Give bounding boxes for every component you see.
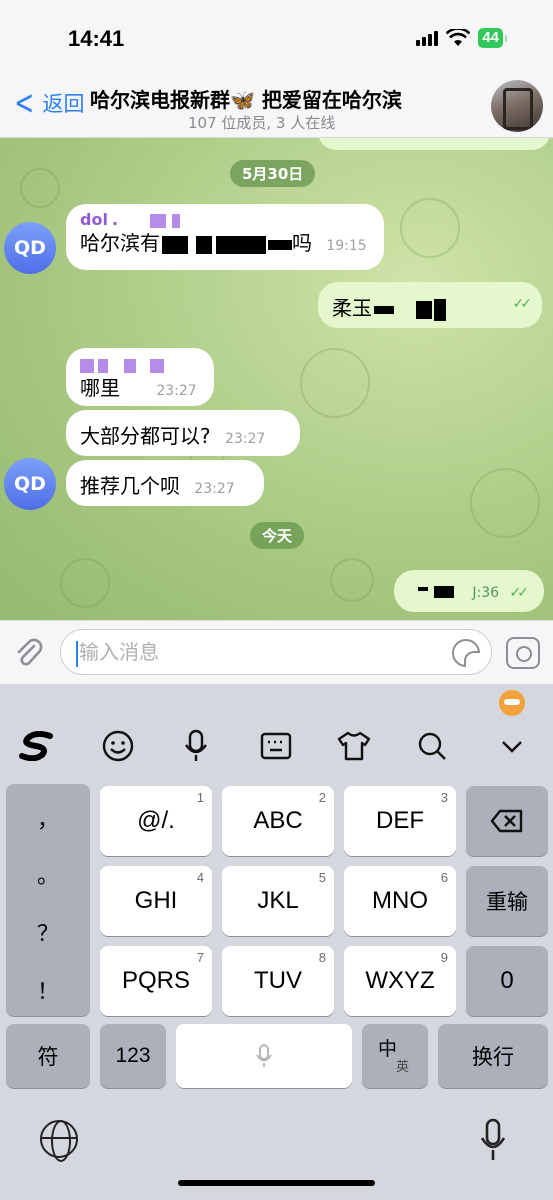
message-text: 柔玉 [332, 296, 372, 320]
read-checks-icon: ✓✓ [509, 585, 529, 601]
message-bubble-incoming[interactable]: 推荐几个呗 23:27 [66, 460, 264, 506]
group-avatar[interactable] [491, 80, 543, 132]
user-avatar[interactable]: QD [4, 222, 56, 274]
message-bubble-outgoing[interactable]: J:36 ✓✓ [394, 570, 544, 612]
message-text: 哈尔滨有 [80, 231, 160, 255]
return-button[interactable]: 换行 [438, 1024, 548, 1088]
back-label: 返回 [42, 92, 85, 116]
keyboard-toolbar [0, 720, 553, 774]
date-separator: 5月30日 [230, 160, 316, 187]
backspace-icon [490, 809, 523, 833]
key-7[interactable]: PQRS 7 [100, 946, 212, 1016]
keyboard-layout-icon[interactable] [256, 726, 296, 766]
punct-key[interactable]: ！ [6, 974, 90, 1006]
reenter-button[interactable]: 重输 [466, 866, 548, 936]
message-bubble-incoming[interactable]: 哪里 23:27 [66, 348, 214, 406]
sender-name[interactable] [80, 352, 200, 373]
message-text: 大部分都可以? [80, 424, 211, 448]
home-indicator [178, 1180, 375, 1186]
punct-key[interactable]: ， [6, 802, 90, 834]
punct-key[interactable]: ？ [6, 916, 90, 948]
message-time: J:36 [472, 585, 500, 601]
key-8[interactable]: TUV 8 [222, 946, 334, 1016]
voice-input-icon[interactable] [176, 726, 216, 766]
top-bar: 14:41 44 < 返回 哈尔滨电报新群🦋 把爱留在哈尔滨 107 位成员, … [0, 0, 553, 138]
symbols-button[interactable]: 符 [6, 1024, 90, 1088]
key-2[interactable]: ABC 2 [222, 786, 334, 856]
space-button[interactable] [176, 1024, 352, 1088]
status-time: 14:41 [68, 26, 125, 51]
message-bubble-outgoing[interactable] [318, 138, 550, 150]
text-caret [76, 641, 78, 667]
key-9[interactable]: WXYZ 9 [344, 946, 456, 1016]
microphone-icon [256, 1044, 272, 1067]
sogou-logo-icon[interactable] [18, 726, 58, 766]
message-input[interactable] [60, 629, 492, 675]
message-time: 23:27 [194, 481, 235, 497]
numbers-button[interactable]: 123 [100, 1024, 166, 1088]
punctuation-column[interactable]: ， 。 ？ ！ [6, 784, 90, 1016]
key-4[interactable]: GHI 4 [100, 866, 212, 936]
date-separator: 今天 [250, 522, 305, 549]
dictation-microphone-icon[interactable] [480, 1118, 506, 1162]
emoji-icon[interactable] [98, 726, 138, 766]
chevron-down-icon[interactable] [492, 726, 532, 766]
punct-key[interactable]: 。 [6, 858, 90, 890]
search-icon[interactable] [412, 726, 452, 766]
battery-icon: 44 [478, 28, 503, 48]
message-bubble-outgoing[interactable]: 柔玉 ✓✓ [318, 282, 542, 328]
message-composer [0, 620, 553, 684]
chat-subtitle: 107 位成员, 3 人在线 [188, 114, 336, 132]
paperclip-icon[interactable] [12, 637, 46, 671]
chevron-left-icon: < [14, 83, 35, 123]
message-time: 23:27 [156, 383, 197, 399]
key-0[interactable]: 0 [466, 946, 548, 1016]
user-avatar[interactable]: QD [4, 458, 56, 510]
language-toggle-button[interactable]: 中 英 [362, 1024, 428, 1088]
message-text: 推荐几个呗 [80, 474, 180, 498]
backspace-button[interactable] [466, 786, 548, 856]
message-time: 19:15 [326, 238, 367, 254]
message-bubble-incoming[interactable]: 大部分都可以? 23:27 [66, 410, 300, 456]
status-icons: 44 [416, 28, 507, 48]
message-bubble-incoming[interactable]: dol. 哈尔滨有吗 19:15 [66, 204, 384, 270]
wifi-icon [446, 29, 471, 46]
skin-shirt-icon[interactable] [334, 726, 374, 766]
key-1[interactable]: @/. 1 [100, 786, 212, 856]
read-checks-icon: ✓✓ [512, 296, 533, 312]
camera-icon[interactable] [506, 637, 540, 669]
cellular-signal-icon [416, 30, 439, 46]
key-3[interactable]: DEF 3 [344, 786, 456, 856]
keyboard: ， 。 ？ ！ @/. 1 ABC 2 DEF 3 GHI 4 JKL 5 MNO 6 重输… [0, 684, 553, 1200]
back-button[interactable]: < 返回 [10, 83, 85, 123]
message-time: 23:27 [224, 431, 266, 447]
globe-icon[interactable] [40, 1120, 78, 1162]
key-6[interactable]: MNO 6 [344, 866, 456, 936]
keyboard-mascot-icon[interactable] [499, 690, 525, 716]
chat-area[interactable]: 5月30日 QD dol. 哈尔滨有吗 19:15 柔玉 ✓✓ 哪里 23:27… [0, 138, 553, 620]
sticker-icon[interactable] [452, 639, 480, 667]
chat-title[interactable]: 哈尔滨电报新群🦋 把爱留在哈尔滨 [90, 84, 470, 113]
message-text: 哪里 [80, 376, 120, 400]
key-5[interactable]: JKL 5 [222, 866, 334, 936]
